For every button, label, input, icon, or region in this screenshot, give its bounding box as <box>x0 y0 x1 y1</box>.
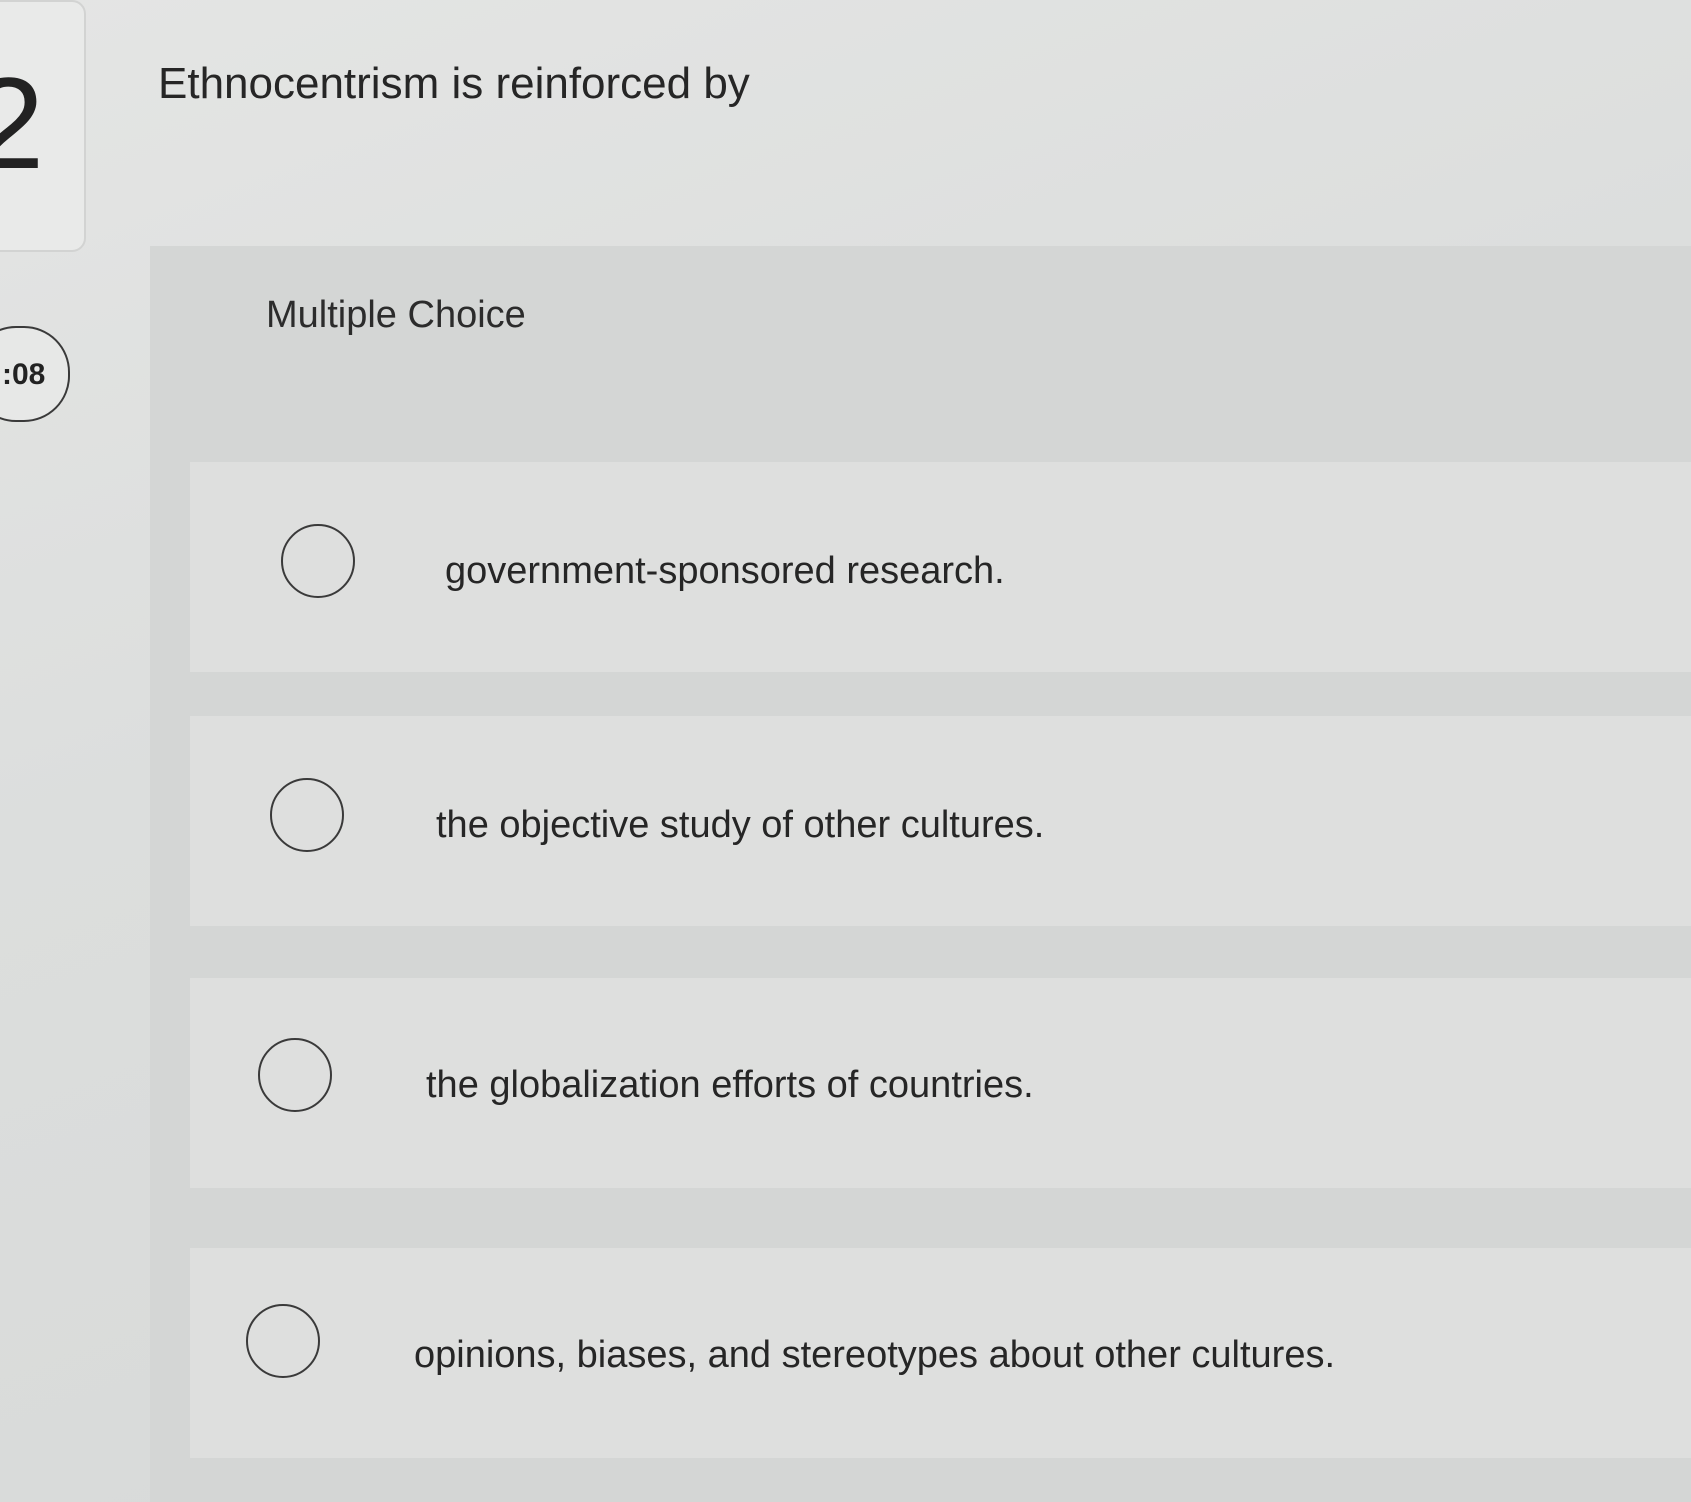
radio-option-4[interactable] <box>246 1304 320 1378</box>
radio-option-3[interactable] <box>258 1038 332 1112</box>
question-type-label: Multiple Choice <box>266 294 526 336</box>
question-prompt: Ethnocentrism is reinforced by <box>158 59 750 108</box>
option-label-2[interactable]: the objective study of other cultures. <box>436 806 1044 844</box>
option-label-1[interactable]: government-sponsored research. <box>445 552 1005 590</box>
question-number: 2 <box>0 50 45 196</box>
radio-option-2[interactable] <box>270 778 344 852</box>
timer-text: :08 <box>2 358 46 391</box>
radio-option-1[interactable] <box>281 524 355 598</box>
option-label-3[interactable]: the globalization efforts of countries. <box>426 1066 1034 1104</box>
option-label-4[interactable]: opinions, biases, and stereotypes about … <box>414 1336 1335 1374</box>
